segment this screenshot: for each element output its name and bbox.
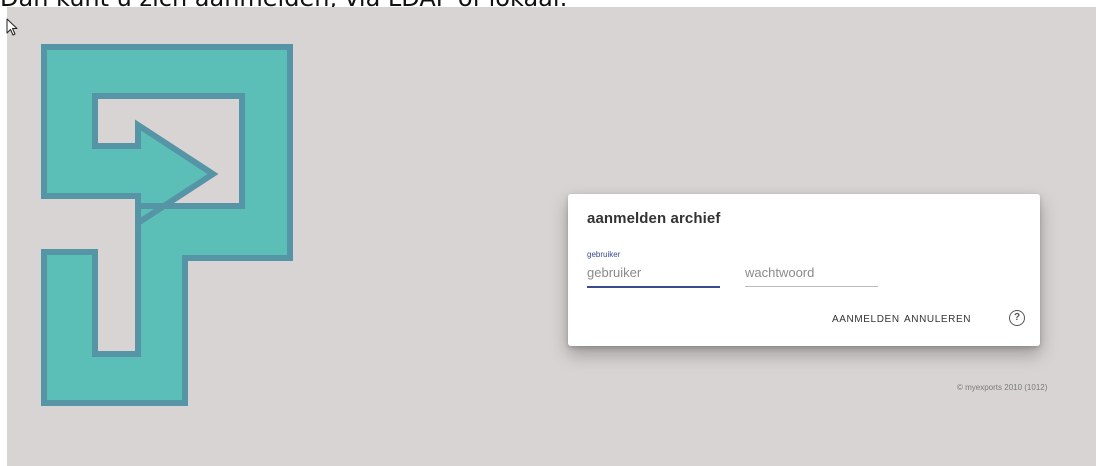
logo-shape — [41, 44, 293, 406]
username-input[interactable] — [587, 262, 720, 282]
dialog-title: aanmelden archief — [587, 210, 721, 227]
login-dialog: aanmelden archief gebruiker AANMELDEN AN… — [568, 194, 1040, 346]
username-underline — [587, 286, 720, 288]
mouse-cursor-icon — [6, 18, 18, 36]
username-field[interactable]: gebruiker — [587, 248, 720, 288]
password-field[interactable] — [745, 248, 878, 288]
logo — [41, 44, 293, 406]
password-underline — [745, 286, 878, 287]
cancel-button[interactable]: ANNULEREN — [904, 314, 971, 325]
username-label: gebruiker — [587, 250, 621, 259]
login-button[interactable]: AANMELDEN — [832, 314, 900, 325]
help-circle-icon[interactable]: ? — [1009, 310, 1025, 326]
login-screen: aanmelden archief gebruiker AANMELDEN AN… — [7, 7, 1096, 466]
password-input[interactable] — [745, 262, 878, 282]
copyright-text: © myexports 2010 (1012) — [957, 383, 1048, 392]
